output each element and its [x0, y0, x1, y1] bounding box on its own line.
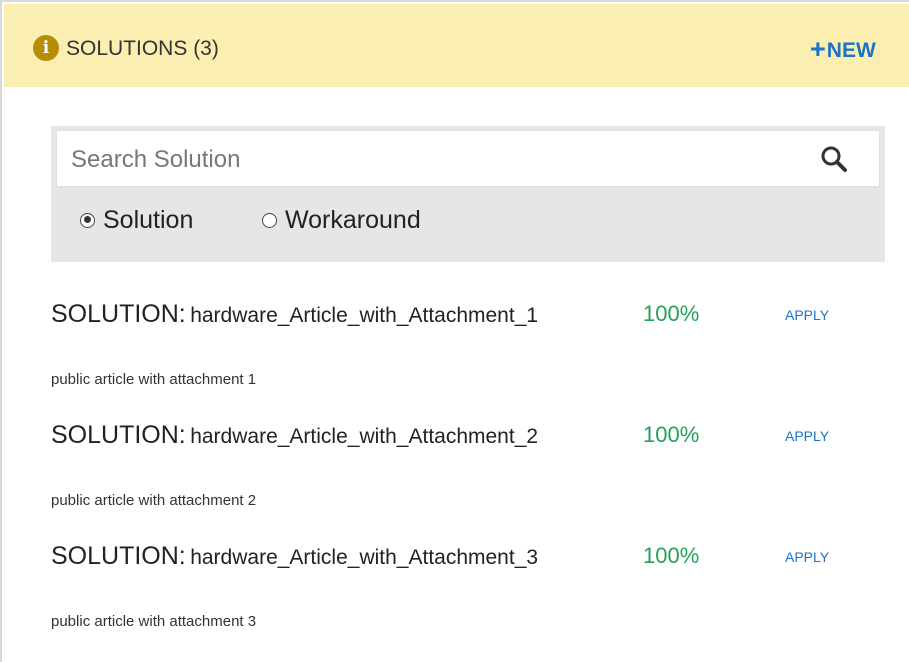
- search-input[interactable]: [69, 141, 773, 179]
- solutions-header: i SOLUTIONS (3) +NEW: [4, 4, 909, 87]
- solution-name: hardware_Article_with_Attachment_2: [190, 425, 539, 448]
- solution-description: public article with attachment 3: [51, 613, 257, 630]
- solution-prefix: SOLUTION:: [51, 300, 186, 328]
- solutions-title: SOLUTIONS (3): [66, 37, 219, 60]
- match-percentage: 100%: [643, 543, 700, 568]
- info-icon: i: [33, 35, 59, 61]
- solution-result-title[interactable]: SOLUTION: hardware_Article_with_Attachme…: [51, 299, 611, 333]
- solution-prefix: SOLUTION:: [51, 542, 186, 570]
- plus-icon: +: [810, 34, 826, 64]
- solution-description: public article with attachment 1: [51, 371, 257, 388]
- search-icon[interactable]: [820, 145, 848, 173]
- apply-button[interactable]: APPLY: [785, 547, 829, 567]
- solution-result-title[interactable]: SOLUTION: hardware_Article_with_Attachme…: [51, 541, 611, 575]
- search-box: [56, 130, 880, 187]
- apply-button[interactable]: APPLY: [785, 305, 829, 325]
- solution-name: hardware_Article_with_Attachment_1: [190, 304, 539, 327]
- solution-description: public article with attachment 2: [51, 492, 257, 509]
- radio-solution-label: Solution: [103, 205, 194, 234]
- solutions-panel: i SOLUTIONS (3) +NEW Solution Workaround…: [0, 0, 909, 662]
- new-solution-button[interactable]: +NEW: [810, 36, 876, 63]
- match-percentage: 100%: [643, 422, 700, 447]
- solution-name: hardware_Article_with_Attachment_3: [190, 546, 539, 569]
- solution-prefix: SOLUTION:: [51, 421, 186, 449]
- solution-result-title[interactable]: SOLUTION: hardware_Article_with_Attachme…: [51, 420, 611, 454]
- apply-button[interactable]: APPLY: [785, 426, 829, 446]
- search-panel: Solution Workaround: [51, 126, 885, 262]
- radio-unchecked-icon[interactable]: [262, 212, 277, 228]
- radio-workaround[interactable]: Workaround: [262, 205, 421, 235]
- radio-solution[interactable]: Solution: [80, 205, 193, 235]
- new-button-label: NEW: [826, 39, 876, 62]
- radio-checked-icon[interactable]: [80, 212, 95, 228]
- match-percentage: 100%: [643, 301, 700, 326]
- radio-workaround-label: Workaround: [285, 205, 421, 234]
